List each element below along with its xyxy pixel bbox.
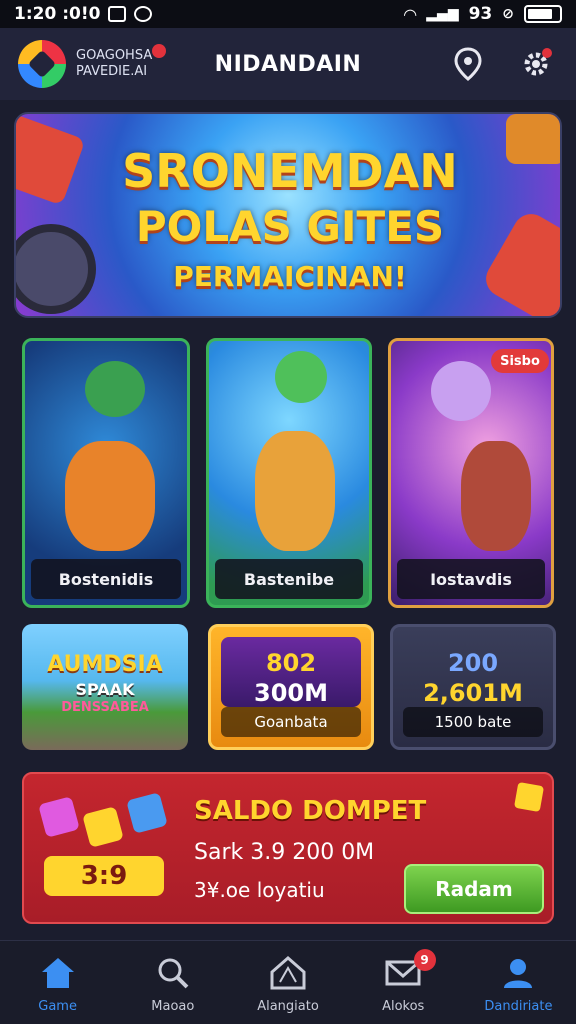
gem-decoration: [38, 796, 80, 838]
notification-badge: 9: [413, 949, 436, 971]
promo-tile[interactable]: AUMDSIA SPAAK DENSSABEA: [22, 624, 188, 750]
tile-value: 200: [447, 649, 499, 677]
game-card[interactable]: Sisbo Iostavdis: [388, 338, 554, 608]
nav-label: Game: [38, 999, 77, 1014]
game-card-label: Bastenibe: [215, 559, 363, 599]
nav-item-map[interactable]: Alangiato: [230, 941, 345, 1024]
nav-item-inbox[interactable]: 9 Alokos: [346, 941, 461, 1024]
tile-caption: DENSSABEA: [61, 700, 149, 715]
game-character: [255, 431, 335, 551]
signal-icon: ▂▄▆: [426, 6, 459, 22]
gem-decoration: [82, 806, 124, 848]
redeem-button[interactable]: Radam: [404, 864, 544, 914]
banner-subtitle: POLAS GITES: [135, 202, 445, 251]
game-character: [275, 351, 327, 403]
wallet-panel: 3:9 SALDO DOMPET Sark 3.9 200 0M 3¥.oe l…: [22, 772, 554, 924]
status-bar: 1:20 :0!0 ◠ ▂▄▆ 93 ⊘: [0, 0, 576, 28]
nav-label: Maoao: [151, 999, 195, 1014]
gem-decoration: [126, 792, 168, 834]
location-pin-icon[interactable]: [450, 46, 486, 82]
game-card[interactable]: Bostenidis: [22, 338, 190, 608]
brand-notification-dot: [152, 44, 167, 58]
promo-tile[interactable]: 802 300M Goanbata: [208, 624, 374, 750]
game-character: [65, 441, 155, 551]
gem-decoration: [513, 781, 545, 813]
user-icon: [498, 953, 538, 993]
nav-item-profile[interactable]: Dandiriate: [461, 941, 576, 1024]
game-card-tag: Sisbo: [491, 349, 549, 373]
tile-label: 1500 bate: [403, 707, 543, 737]
bottom-nav: Game Maoao Alangiato 9 Alokos Dandiriate: [0, 940, 576, 1024]
game-character: [431, 361, 491, 421]
brand-block: GOAGOHSA PAVEDIE.AI: [76, 44, 167, 80]
game-character: [85, 361, 145, 417]
status-signal-text: 93: [468, 4, 493, 24]
gear-icon[interactable]: [518, 46, 554, 82]
search-icon: [153, 953, 193, 993]
game-card[interactable]: Bastenibe: [206, 338, 372, 608]
wallet-badge: 3:9: [44, 856, 164, 896]
status-time: 1:20 :0!0: [14, 4, 101, 24]
nav-item-search[interactable]: Maoao: [115, 941, 230, 1024]
app-header: GOAGOHSA PAVEDIE.AI NIDANDAIN: [0, 28, 576, 100]
banner-title: SRONEMDAN: [122, 144, 458, 198]
wallet-title: SALDO DOMPET: [194, 796, 427, 826]
tile-label: Goanbata: [221, 707, 361, 737]
wallet-balance: Sark 3.9 200 0M: [194, 840, 375, 865]
mute-icon: ⊘: [502, 6, 514, 22]
game-character: [461, 441, 531, 551]
tile-title: AUMDSIA: [47, 652, 163, 677]
screenshot-icon: [108, 6, 127, 22]
wifi-icon: ◠: [403, 4, 417, 24]
promo-tile[interactable]: 200 2,601M 1500 bate: [390, 624, 556, 750]
game-card-label: Iostavdis: [397, 559, 545, 599]
brand-line2: PAVEDIE.AI: [76, 64, 148, 79]
nav-label: Alokos: [382, 999, 425, 1014]
battery-icon: [524, 5, 562, 23]
messenger-icon: [134, 6, 153, 22]
tile-subtitle: SPAAK: [75, 680, 135, 699]
wallet-detail: 3¥.oe loyatiu: [194, 878, 325, 902]
promo-banner[interactable]: SRONEMDAN POLAS GITES PERMAICINAN!: [14, 112, 562, 318]
home-icon: [38, 953, 78, 993]
banner-tagline: PERMAICINAN!: [173, 260, 407, 293]
game-card-label: Bostenidis: [31, 559, 181, 599]
nav-item-game[interactable]: Game: [0, 941, 115, 1024]
map-icon: [268, 953, 308, 993]
nav-label: Alangiato: [257, 999, 319, 1014]
tile-amount: 2,601M: [423, 679, 523, 707]
brand-line1: GOAGOHSA: [76, 48, 153, 63]
tile-value: 802: [265, 649, 317, 677]
settings-notification-dot: [542, 48, 552, 58]
tile-amount: 300M: [254, 679, 328, 707]
app-logo[interactable]: [18, 40, 66, 88]
nav-label: Dandiriate: [484, 999, 553, 1014]
